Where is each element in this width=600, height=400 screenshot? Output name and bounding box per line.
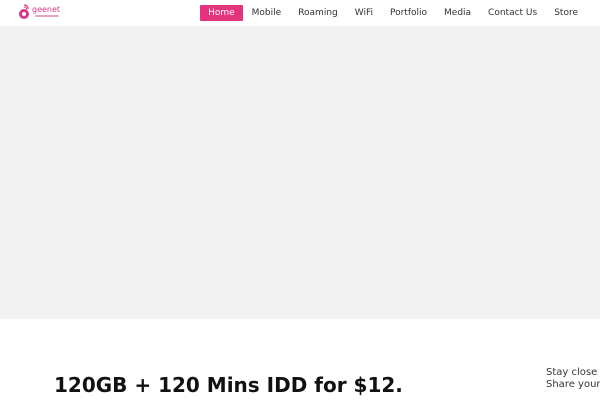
page: geenet Home Mobile Roaming WiFi Portfoli… xyxy=(0,0,600,400)
nav-item-mobile[interactable]: Mobile xyxy=(244,5,290,21)
nav-item-store[interactable]: Store xyxy=(546,5,586,21)
nav-item-wifi[interactable]: WiFi xyxy=(347,5,381,21)
top-navbar: geenet Home Mobile Roaming WiFi Portfoli… xyxy=(0,0,600,26)
site-logo[interactable]: geenet xyxy=(18,3,62,23)
promo-headline: 120GB + 120 Mins IDD for $12. xyxy=(54,373,403,398)
side-caption-line-1: Stay close to xyxy=(546,367,600,378)
hero-banner xyxy=(0,26,600,319)
nav-item-media[interactable]: Media xyxy=(436,5,479,21)
nav-item-portfolio[interactable]: Portfolio xyxy=(382,5,435,21)
logo-text: geenet xyxy=(32,5,61,14)
nav-item-roaming[interactable]: Roaming xyxy=(290,5,346,21)
main-nav: Home Mobile Roaming WiFi Portfolio Media… xyxy=(199,5,586,21)
geenet-logo-icon xyxy=(19,4,29,19)
nav-item-home[interactable]: Home xyxy=(200,5,243,21)
side-caption-line-2: Share your li xyxy=(546,379,600,390)
side-caption: Stay close to Share your li xyxy=(546,367,600,391)
nav-item-contact-us[interactable]: Contact Us xyxy=(480,5,545,21)
logo-tagline xyxy=(35,15,59,17)
